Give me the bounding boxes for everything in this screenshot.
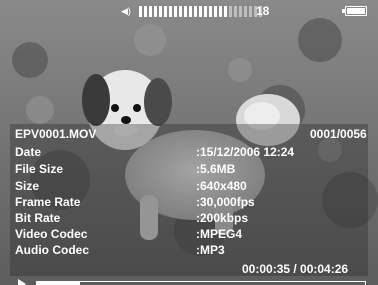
info-label-bit-rate: Bit Rate xyxy=(15,211,61,225)
volume-bar-segment xyxy=(194,6,197,17)
volume-bar-segment xyxy=(169,6,172,17)
volume-bar-segment xyxy=(249,6,252,17)
volume-meter xyxy=(139,6,262,17)
seek-bar[interactable] xyxy=(36,281,366,285)
volume-bar-segment xyxy=(159,6,162,17)
volume-bar-segment xyxy=(174,6,177,17)
status-bar: ◀) 18 xyxy=(0,0,378,22)
volume-bar-segment xyxy=(144,6,147,17)
volume-bar-segment xyxy=(154,6,157,17)
info-label-video-codec: Video Codec xyxy=(15,227,88,241)
info-value-date: :15/12/2006 12:24 xyxy=(196,145,295,159)
volume-bar-segment xyxy=(214,6,217,17)
info-label-file-size: File Size xyxy=(15,162,64,176)
file-name: EPV0001.MOV xyxy=(15,127,97,141)
volume-bar-segment xyxy=(179,6,182,17)
volume-bar-segment xyxy=(164,6,167,17)
play-icon[interactable] xyxy=(18,279,26,285)
volume-bar-segment xyxy=(239,6,242,17)
volume-bar-segment xyxy=(229,6,232,17)
info-label-date: Date xyxy=(15,145,42,159)
info-value-size: :640x480 xyxy=(196,179,247,193)
info-value-frame-rate: :30,000fps xyxy=(196,195,255,209)
volume-bar-segment xyxy=(139,6,142,17)
volume-bar-segment xyxy=(209,6,212,17)
volume-bar-segment xyxy=(189,6,192,17)
volume-bar-segment xyxy=(199,6,202,17)
file-counter: 0001/0056 xyxy=(310,127,367,141)
volume-bar-segment xyxy=(204,6,207,17)
volume-bar-segment xyxy=(149,6,152,17)
info-value-bit-rate: :200kbps xyxy=(196,211,249,225)
volume-bar-segment xyxy=(219,6,222,17)
video-info-screen: ◀) 18 EPV0001.MOV 0001/0056 Date :15/12/… xyxy=(0,0,378,285)
volume-level: 18 xyxy=(256,4,270,18)
info-value-video-codec: :MPEG4 xyxy=(196,227,243,241)
info-label-frame-rate: Frame Rate xyxy=(15,195,81,209)
info-label-size: Size xyxy=(15,179,40,193)
speaker-icon: ◀) xyxy=(121,6,131,16)
playback-time: 00:00:35 / 00:04:26 xyxy=(242,262,349,276)
volume-bar-segment xyxy=(224,6,227,17)
info-value-audio-codec: :MP3 xyxy=(196,243,225,257)
info-label-audio-codec: Audio Codec xyxy=(15,243,89,257)
volume-bar-segment xyxy=(184,6,187,17)
info-value-file-size: :5.6MB xyxy=(196,162,236,176)
volume-bar-segment xyxy=(244,6,247,17)
volume-bar-segment xyxy=(234,6,237,17)
battery-icon xyxy=(342,6,367,16)
